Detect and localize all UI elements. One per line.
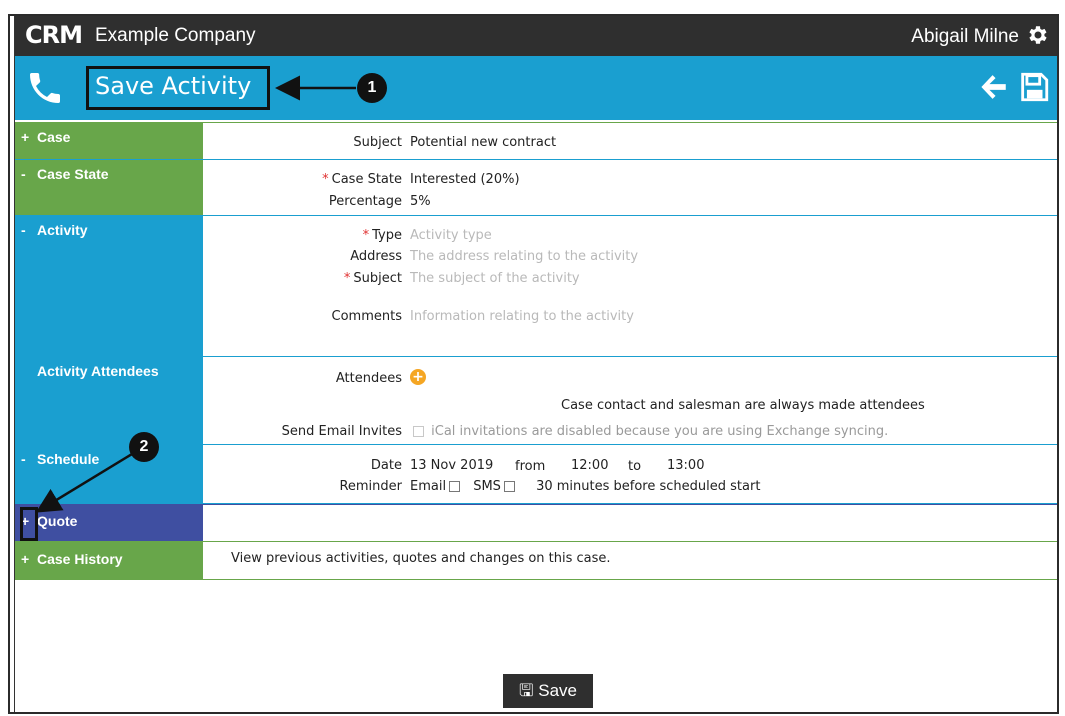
- user-name[interactable]: Abigail Milne: [911, 26, 1019, 48]
- activity-section-label: Activity: [37, 222, 88, 238]
- case-section-toggle[interactable]: + Case: [15, 123, 203, 159]
- save-icon[interactable]: [1017, 70, 1051, 104]
- add-attendee-button[interactable]: +: [410, 369, 426, 385]
- gear-icon[interactable]: [1025, 23, 1049, 47]
- top-bar: CRM Example Company Abigail Milne: [15, 16, 1057, 56]
- schedule-row: - Schedule Date 13 Nov 2019 from 12:00 to…: [15, 445, 1057, 504]
- expand-sign: +: [21, 129, 30, 145]
- email-reminder-checkbox[interactable]: [449, 481, 461, 492]
- type-field[interactable]: Activity type: [410, 228, 492, 243]
- expand-sign: +: [21, 551, 30, 567]
- case-history-section-label: Case History: [37, 551, 123, 567]
- reminder-controls: Email SMS 30 minutes before scheduled st…: [410, 479, 760, 494]
- case-state-section-toggle[interactable]: - Case State: [15, 160, 203, 215]
- activity-section-toggle[interactable]: - Activity: [15, 216, 203, 356]
- invites-disabled-note: iCal invitations are disabled because yo…: [431, 424, 889, 439]
- address-label: Address: [350, 249, 402, 264]
- before-start-label: before scheduled start: [613, 479, 761, 494]
- quote-section-toggle[interactable]: + Quote: [15, 504, 203, 541]
- title-bar: Save Activity: [15, 56, 1057, 120]
- case-state-row: - Case State * Case State Interested (20%)…: [15, 160, 1057, 216]
- save-button-label: Save: [538, 681, 577, 700]
- send-email-invites-label: Send Email Invites: [281, 424, 402, 439]
- email-label: Email: [410, 479, 447, 494]
- reminder-label: Reminder: [339, 479, 402, 494]
- comments-label: Comments: [331, 309, 402, 324]
- app-window: CRM Example Company Abigail Milne Save A…: [8, 14, 1059, 714]
- phone-icon: [30, 73, 60, 103]
- send-email-invites-control: iCal invitations are disabled because yo…: [410, 424, 888, 439]
- attendees-label: Attendees: [335, 371, 402, 386]
- date-value[interactable]: 13 Nov 2019: [410, 458, 493, 473]
- app-content: CRM Example Company Abigail Milne Save A…: [14, 16, 1057, 712]
- attendees-row: Activity Attendees Attendees + Case cont…: [15, 357, 1057, 445]
- quote-highlight-box: [20, 507, 38, 541]
- date-label: Date: [370, 458, 402, 473]
- callout-2-badge: 2: [129, 432, 159, 462]
- subject-label: Subject: [353, 135, 402, 150]
- collapse-sign: -: [21, 451, 26, 467]
- to-label: to: [628, 459, 642, 474]
- case-row: + Case Subject Potential new contract: [15, 122, 1057, 160]
- from-label: from: [515, 459, 546, 474]
- case-history-row: + Case History View previous activities, …: [15, 542, 1057, 580]
- callout-1-badge: 1: [357, 73, 387, 103]
- case-state-label: * Case State: [203, 172, 402, 187]
- required-mark: *: [322, 172, 329, 187]
- case-state-section-label: Case State: [37, 166, 109, 182]
- comments-field[interactable]: Information relating to the activity: [410, 309, 634, 324]
- subject-label-text: Subject: [353, 271, 402, 286]
- company-name: Example Company: [95, 25, 256, 46]
- schedule-section-label: Schedule: [37, 451, 100, 467]
- required-mark: *: [343, 271, 351, 286]
- percentage-label: Percentage: [328, 194, 402, 209]
- required-mark: *: [362, 228, 370, 243]
- schedule-section-toggle[interactable]: - Schedule: [15, 445, 203, 503]
- case-state-value[interactable]: Interested (20%): [410, 172, 520, 187]
- crm-logo[interactable]: CRM: [25, 22, 83, 48]
- percentage-value[interactable]: 5%: [410, 194, 431, 209]
- activity-subject-field[interactable]: The subject of the activity: [410, 271, 580, 286]
- case-history-section-toggle[interactable]: + Case History: [15, 542, 203, 579]
- sms-label: SMS: [473, 479, 501, 494]
- address-field[interactable]: The address relating to the activity: [410, 249, 638, 264]
- case-section-label: Case: [37, 129, 71, 145]
- collapse-sign: -: [21, 222, 26, 238]
- start-time[interactable]: 12:00: [571, 458, 608, 473]
- case-history-note: View previous activities, quotes and cha…: [231, 551, 611, 566]
- attendees-section: Activity Attendees: [15, 357, 203, 444]
- collapse-sign: -: [21, 166, 26, 182]
- save-button[interactable]: 🖫 Save: [503, 674, 593, 708]
- sms-reminder-checkbox[interactable]: [503, 481, 515, 492]
- activity-row: - Activity * Type Activity type Address Th…: [15, 216, 1057, 357]
- end-time[interactable]: 13:00: [667, 458, 704, 473]
- save-button-icon: 🖫: [519, 681, 534, 700]
- quote-divider: [203, 504, 1057, 505]
- type-label: * Type: [203, 228, 402, 243]
- quote-section-label: Quote: [37, 513, 78, 529]
- reminder-minutes[interactable]: 30 minutes: [536, 479, 609, 494]
- attendees-note: Case contact and salesman are always mad…: [561, 398, 925, 413]
- case-subject-value[interactable]: Potential new contract: [410, 135, 556, 150]
- page-title: Save Activity: [95, 72, 252, 100]
- activity-subject-label: * Subject: [203, 271, 402, 286]
- type-label-text: Type: [372, 228, 402, 243]
- add-icon[interactable]: +: [410, 369, 426, 385]
- send-invites-checkbox[interactable]: [413, 426, 424, 437]
- case-state-label-text: Case State: [331, 172, 402, 187]
- back-arrow-icon[interactable]: [975, 70, 1011, 104]
- quote-row: + Quote: [15, 504, 1057, 542]
